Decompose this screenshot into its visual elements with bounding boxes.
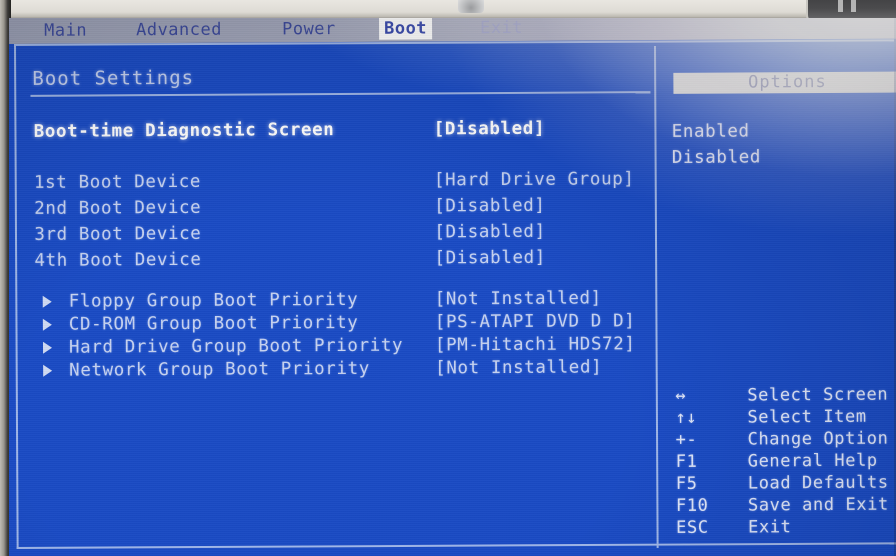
key-name: F1 xyxy=(675,451,698,472)
submenu-arrow-icon xyxy=(42,318,52,331)
options-pane: Options Enabled Disabled ↔ Select Screen… xyxy=(657,18,896,556)
setting-label: CD-ROM Group Boot Priority xyxy=(68,312,359,335)
option-choice-disabled[interactable]: Disabled xyxy=(672,147,761,168)
key-name: ESC xyxy=(676,517,709,538)
bios-screen: Main Advanced Power Boot Exit Boot Setti… xyxy=(9,18,896,556)
setting-value[interactable]: [Disabled] xyxy=(434,196,545,217)
setting-value[interactable]: [Not Installed] xyxy=(435,288,602,309)
submenu-arrow-icon xyxy=(42,295,52,308)
option-choice-enabled[interactable]: Enabled xyxy=(672,121,750,141)
setting-value[interactable]: [Disabled] xyxy=(434,248,545,269)
setting-value[interactable]: [Not Installed] xyxy=(435,357,602,378)
setting-value[interactable]: [Disabled] xyxy=(434,119,545,140)
key-legend-label: Select Item xyxy=(747,406,867,428)
setting-label: Boot-time Diagnostic Screen xyxy=(33,120,335,142)
setting-value[interactable]: [PS-ATAPI DVD D D] xyxy=(435,311,636,332)
options-panel-title: Options xyxy=(673,71,896,94)
title-separator xyxy=(30,91,651,97)
settings-pane: Boot Settings Boot-time Diagnostic Scree… xyxy=(9,18,662,556)
key-legend-label: Load Defaults xyxy=(747,472,889,494)
bios-setup-screenshot: Main Advanced Power Boot Exit Boot Setti… xyxy=(0,0,896,556)
up-down-arrow-icon: ↑↓ xyxy=(675,407,698,428)
key-legend-label: Select Screen xyxy=(747,384,889,406)
setting-label: Hard Drive Group Boot Priority xyxy=(68,335,404,358)
key-legend-label: Exit xyxy=(748,517,792,538)
page-title: Boot Settings xyxy=(32,66,195,90)
setting-label: Network Group Boot Priority xyxy=(69,358,370,381)
left-right-arrow-icon: ↔ xyxy=(675,385,687,406)
plus-minus-icon: +- xyxy=(675,429,698,450)
setting-value[interactable]: [Disabled] xyxy=(434,222,545,243)
setting-value[interactable]: [PM-Hitachi HDS72] xyxy=(435,334,636,355)
setting-label: 4th Boot Device xyxy=(34,249,202,271)
key-legend-label: Change Option xyxy=(747,428,889,450)
key-legend-label: General Help xyxy=(747,450,878,472)
monitor-logo-icon xyxy=(458,0,484,13)
submenu-arrow-icon xyxy=(42,341,53,354)
key-name: F5 xyxy=(675,473,698,494)
setting-label: 2nd Boot Device xyxy=(34,197,202,219)
setting-label: Floppy Group Boot Priority xyxy=(68,289,359,312)
submenu-arrow-icon xyxy=(43,364,53,377)
setting-label: 3rd Boot Device xyxy=(34,223,202,245)
key-legend-label: Save and Exit xyxy=(747,494,889,516)
setting-value[interactable]: [Hard Drive Group] xyxy=(434,169,635,190)
setting-label: 1st Boot Device xyxy=(33,171,202,193)
key-name: F10 xyxy=(675,495,709,516)
